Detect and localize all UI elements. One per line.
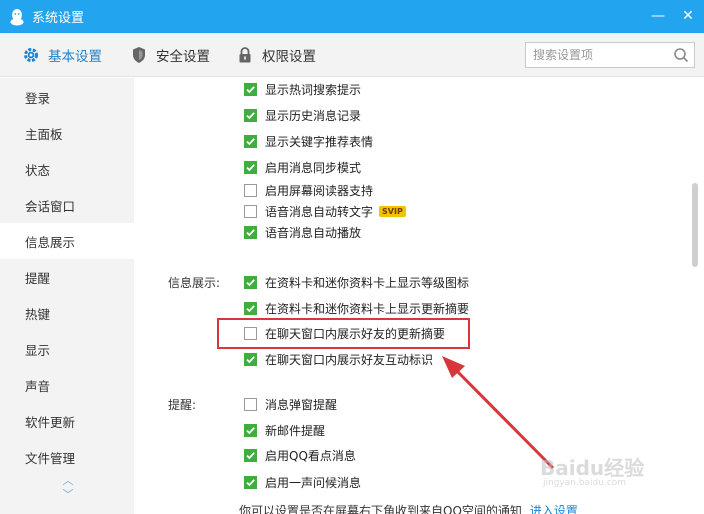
option-message-sync[interactable]: 启用消息同步模式 xyxy=(244,158,361,176)
sidebar-item-hotkey[interactable]: 热键 xyxy=(0,295,134,331)
option-label: 启用屏幕阅读器支持 xyxy=(265,183,374,198)
tab-security-settings[interactable]: 安全设置 xyxy=(130,33,210,77)
section-label-reminder: 提醒: xyxy=(168,398,197,412)
option-label: 启用QQ看点消息 xyxy=(265,448,356,463)
enter-settings-link[interactable]: 进入设置 xyxy=(530,504,578,514)
sidebar-item-label: 主面板 xyxy=(25,126,63,142)
checkbox[interactable] xyxy=(244,183,257,197)
checkbox[interactable] xyxy=(244,204,257,218)
sidebar-item-label: 登录 xyxy=(25,90,51,106)
baidu-watermark-url: jingyan.baidu.com xyxy=(543,478,627,488)
sidebar-item-file-management[interactable]: 文件管理 xyxy=(0,439,134,475)
chevron-down-icon[interactable]: ﹀ xyxy=(58,488,78,502)
lock-icon xyxy=(236,46,254,64)
checkbox[interactable] xyxy=(244,423,257,437)
sidebar-item-label: 提醒 xyxy=(25,270,51,286)
sidebar-item-label: 声音 xyxy=(25,378,51,394)
sidebar-item-label: 信息展示 xyxy=(25,234,76,250)
option-label: 新邮件提醒 xyxy=(265,423,326,438)
checkbox[interactable] xyxy=(244,397,257,411)
svip-badge: SVIP xyxy=(379,205,406,217)
window-title: 系统设置 xyxy=(32,11,85,26)
content-scrollbar[interactable] xyxy=(692,183,698,267)
option-label: 语音消息自动播放 xyxy=(265,225,362,240)
option-message-popup[interactable]: 消息弹窗提醒 xyxy=(244,395,337,413)
search-icon[interactable] xyxy=(673,47,689,63)
sidebar-item-info-display[interactable]: 信息展示 xyxy=(0,223,134,259)
checkbox[interactable] xyxy=(244,475,257,489)
option-greeting-message[interactable]: 启用一声问候消息 xyxy=(244,473,361,491)
option-label: 启用消息同步模式 xyxy=(265,160,362,175)
option-voice-to-text[interactable]: 语音消息自动转文字 SVIP xyxy=(244,202,406,220)
sidebar-scroll-arrows: ︿ ﹀ xyxy=(58,474,78,508)
option-hot-search[interactable]: 显示热词搜索提示 xyxy=(244,80,361,98)
sidebar-item-status[interactable]: 状态 xyxy=(0,151,134,187)
checkbox[interactable] xyxy=(244,134,257,148)
tab-label: 基本设置 xyxy=(48,49,102,65)
option-voice-autoplay[interactable]: 语音消息自动播放 xyxy=(244,223,361,241)
close-button[interactable]: ✕ xyxy=(678,6,698,26)
search-box[interactable] xyxy=(525,42,695,68)
sidebar-item-login[interactable]: 登录 xyxy=(0,79,134,115)
option-level-icon[interactable]: 在资料卡和迷你资料卡上显示等级图标 xyxy=(244,273,469,291)
tab-permission-settings[interactable]: 权限设置 xyxy=(236,33,316,77)
settings-content: 显示热词搜索提示 显示历史消息记录 显示关键字推荐表情 启用消息同步模式 启用屏… xyxy=(134,78,704,514)
tab-label: 安全设置 xyxy=(156,49,210,65)
title-bar: 系统设置 — ✕ xyxy=(0,0,704,33)
checkbox[interactable] xyxy=(244,108,257,122)
sidebar-item-sound[interactable]: 声音 xyxy=(0,367,134,403)
minimize-button[interactable]: — xyxy=(648,6,668,26)
gear-icon xyxy=(22,46,40,64)
qzone-notice: 你可以设置是否在屏幕右下角收到来自QQ空间的通知 进入设置 xyxy=(239,502,578,514)
tab-label: 权限设置 xyxy=(262,49,316,65)
sidebar-item-label: 状态 xyxy=(25,162,51,178)
sidebar-item-reminder[interactable]: 提醒 xyxy=(0,259,134,295)
checkbox[interactable] xyxy=(244,225,257,239)
qzone-notice-text: 你可以设置是否在屏幕右下角收到来自QQ空间的通知 xyxy=(239,504,522,514)
option-label: 显示关键字推荐表情 xyxy=(265,134,374,149)
sidebar-item-software-update[interactable]: 软件更新 xyxy=(0,403,134,439)
option-label: 在资料卡和迷你资料卡上显示等级图标 xyxy=(265,275,470,290)
option-label: 显示热词搜索提示 xyxy=(265,82,362,97)
option-label: 在聊天窗口内展示好友互动标识 xyxy=(265,352,434,367)
checkbox[interactable] xyxy=(244,82,257,96)
sidebar-item-label: 文件管理 xyxy=(25,450,76,466)
sidebar-item-display[interactable]: 显示 xyxy=(0,331,134,367)
option-history-messages[interactable]: 显示历史消息记录 xyxy=(244,106,361,124)
sidebar-item-label: 热键 xyxy=(25,306,51,322)
sidebar-item-chat-window[interactable]: 会话窗口 xyxy=(0,187,134,223)
section-label-info-display: 信息展示: xyxy=(168,276,221,290)
option-qq-kandian[interactable]: 启用QQ看点消息 xyxy=(244,446,356,464)
highlight-box xyxy=(217,318,470,349)
checkbox[interactable] xyxy=(244,448,257,462)
chevron-up-icon[interactable]: ︿ xyxy=(58,474,78,488)
sidebar: 登录 主面板 状态 会话窗口 信息展示 提醒 热键 显示 声音 软件更新 文件管… xyxy=(0,78,134,514)
option-friend-interaction-mark[interactable]: 在聊天窗口内展示好友互动标识 xyxy=(244,350,433,368)
option-label: 语音消息自动转文字 xyxy=(265,204,374,219)
option-label: 消息弹窗提醒 xyxy=(265,397,338,412)
checkbox[interactable] xyxy=(244,352,257,366)
checkbox[interactable] xyxy=(244,275,257,289)
search-input[interactable] xyxy=(533,48,673,62)
qq-penguin-icon xyxy=(8,8,26,26)
top-tab-bar: 基本设置 安全设置 权限设置 xyxy=(0,33,704,77)
shield-icon xyxy=(130,46,148,64)
checkbox[interactable] xyxy=(244,160,257,174)
option-label: 在资料卡和迷你资料卡上显示更新摘要 xyxy=(265,301,470,316)
option-label: 显示历史消息记录 xyxy=(265,108,362,123)
sidebar-item-label: 会话窗口 xyxy=(25,198,76,214)
option-update-summary-card[interactable]: 在资料卡和迷你资料卡上显示更新摘要 xyxy=(244,299,469,317)
option-screen-reader[interactable]: 启用屏幕阅读器支持 xyxy=(244,181,373,199)
tab-basic-settings[interactable]: 基本设置 xyxy=(22,33,102,77)
option-keyword-emoji[interactable]: 显示关键字推荐表情 xyxy=(244,132,373,150)
checkbox[interactable] xyxy=(244,301,257,315)
baidu-watermark: Baidu经验 xyxy=(540,456,645,480)
sidebar-item-label: 显示 xyxy=(25,342,51,358)
option-label: 启用一声问候消息 xyxy=(265,475,362,490)
option-new-mail[interactable]: 新邮件提醒 xyxy=(244,421,325,439)
sidebar-item-label: 软件更新 xyxy=(25,414,76,430)
sidebar-item-main-panel[interactable]: 主面板 xyxy=(0,115,134,151)
